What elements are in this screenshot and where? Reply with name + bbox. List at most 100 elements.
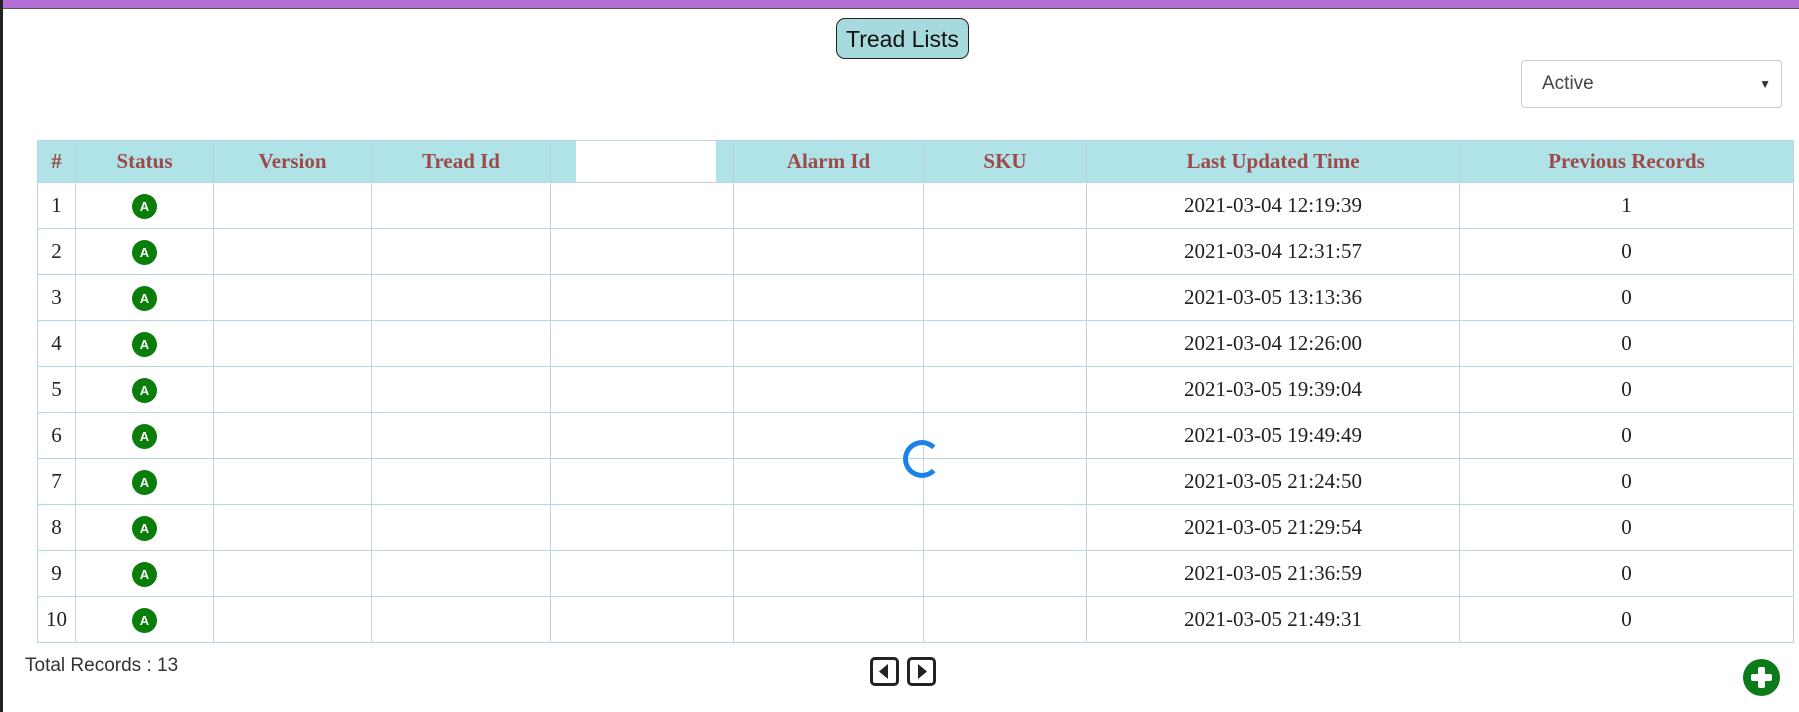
version-cell [213, 366, 372, 413]
status-cell: A [75, 366, 214, 413]
prev-page-button[interactable] [870, 657, 899, 686]
version-cell [213, 320, 372, 367]
tread-table: # Status Version Tread Id Alarm Id SKU L… [37, 140, 1794, 643]
status-badge: A [132, 193, 157, 219]
tread-id-cell [371, 550, 551, 597]
status-badge: A [132, 469, 157, 495]
last-updated-cell: 2021-03-04 12:31:57 [1086, 228, 1460, 275]
redacted-cell [550, 228, 734, 275]
last-updated-cell: 2021-03-05 21:24:50 [1086, 458, 1460, 505]
column-header-previous-records[interactable]: Previous Records [1459, 140, 1794, 183]
row-number-cell: 5 [37, 366, 76, 413]
table-row[interactable]: 4 A 2021-03-04 12:26:00 0 [37, 320, 1794, 367]
status-cell: A [75, 320, 214, 367]
status-badge: A [132, 377, 157, 403]
alarm-id-cell [733, 504, 924, 551]
row-number-cell: 2 [37, 228, 76, 275]
last-updated-cell: 2021-03-05 19:39:04 [1086, 366, 1460, 413]
alarm-id-cell [733, 458, 924, 505]
redacted-cell [550, 596, 734, 643]
previous-records-cell: 0 [1459, 458, 1794, 505]
table-row[interactable]: 5 A 2021-03-05 19:39:04 0 [37, 366, 1794, 413]
sku-cell [923, 550, 1087, 597]
status-badge: A [132, 515, 157, 541]
redacted-cell [550, 274, 734, 321]
previous-records-cell: 0 [1459, 596, 1794, 643]
sku-cell [923, 458, 1087, 505]
status-filter-value: Active [1542, 73, 1594, 94]
table-row[interactable]: 8 A 2021-03-05 21:29:54 0 [37, 504, 1794, 551]
tread-id-cell [371, 366, 551, 413]
caret-left-icon [879, 664, 888, 679]
status-badge: A [132, 331, 157, 357]
row-number-cell: 6 [37, 412, 76, 459]
alarm-id-cell [733, 320, 924, 367]
tread-id-cell [371, 412, 551, 459]
redacted-cell [550, 458, 734, 505]
sku-cell [923, 366, 1087, 413]
version-cell [213, 182, 372, 229]
tread-id-cell [371, 458, 551, 505]
previous-records-cell: 0 [1459, 412, 1794, 459]
column-header-number[interactable]: # [37, 140, 76, 183]
column-header-sku[interactable]: SKU [923, 140, 1087, 183]
table-row[interactable]: 1 A 2021-03-04 12:19:39 1 [37, 182, 1794, 229]
previous-records-cell: 0 [1459, 504, 1794, 551]
alarm-id-cell [733, 182, 924, 229]
previous-records-cell: 0 [1459, 550, 1794, 597]
next-page-button[interactable] [907, 657, 936, 686]
tread-id-cell [371, 504, 551, 551]
table-row[interactable]: 9 A 2021-03-05 21:36:59 0 [37, 550, 1794, 597]
status-cell: A [75, 274, 214, 321]
previous-records-cell: 0 [1459, 228, 1794, 275]
tread-id-cell [371, 320, 551, 367]
add-record-button[interactable] [1743, 659, 1780, 696]
table-row[interactable]: 2 A 2021-03-04 12:31:57 0 [37, 228, 1794, 275]
version-cell [213, 228, 372, 275]
column-header-status[interactable]: Status [75, 140, 214, 183]
loading-spinner-icon [903, 440, 941, 478]
alarm-id-cell [733, 366, 924, 413]
row-number-cell: 3 [37, 274, 76, 321]
tread-lists-button[interactable]: Tread Lists [836, 18, 969, 59]
sku-cell [923, 274, 1087, 321]
sku-cell [923, 182, 1087, 229]
tread-id-cell [371, 274, 551, 321]
redacted-cell [550, 550, 734, 597]
table-row[interactable]: 3 A 2021-03-05 13:13:36 0 [37, 274, 1794, 321]
alarm-id-cell [733, 596, 924, 643]
column-header-version[interactable]: Version [213, 140, 372, 183]
status-badge: A [132, 285, 157, 311]
redacted-cell [550, 412, 734, 459]
status-cell: A [75, 504, 214, 551]
caret-right-icon [918, 664, 927, 679]
row-number-cell: 1 [37, 182, 76, 229]
last-updated-cell: 2021-03-05 21:36:59 [1086, 550, 1460, 597]
status-badge: A [132, 561, 157, 587]
row-number-cell: 9 [37, 550, 76, 597]
status-cell: A [75, 412, 214, 459]
column-header-redacted [550, 140, 734, 183]
last-updated-cell: 2021-03-05 13:13:36 [1086, 274, 1460, 321]
tread-id-cell [371, 596, 551, 643]
status-filter-select[interactable]: Active ▼ [1521, 60, 1782, 108]
total-records-label: Total Records : 13 [25, 655, 179, 676]
column-header-tread-id[interactable]: Tread Id [371, 140, 551, 183]
previous-records-cell: 0 [1459, 320, 1794, 367]
table-row[interactable]: 10 A 2021-03-05 21:49:31 0 [37, 596, 1794, 643]
alarm-id-cell [733, 228, 924, 275]
alarm-id-cell [733, 274, 924, 321]
sku-cell [923, 412, 1087, 459]
status-cell: A [75, 458, 214, 505]
column-header-alarm-id[interactable]: Alarm Id [733, 140, 924, 183]
previous-records-cell: 0 [1459, 274, 1794, 321]
previous-records-cell: 0 [1459, 366, 1794, 413]
last-updated-cell: 2021-03-04 12:26:00 [1086, 320, 1460, 367]
redacted-cell [550, 182, 734, 229]
row-number-cell: 7 [37, 458, 76, 505]
column-header-last-updated[interactable]: Last Updated Time [1086, 140, 1460, 183]
last-updated-cell: 2021-03-05 21:49:31 [1086, 596, 1460, 643]
version-cell [213, 504, 372, 551]
row-number-cell: 8 [37, 504, 76, 551]
redacted-cell [550, 366, 734, 413]
